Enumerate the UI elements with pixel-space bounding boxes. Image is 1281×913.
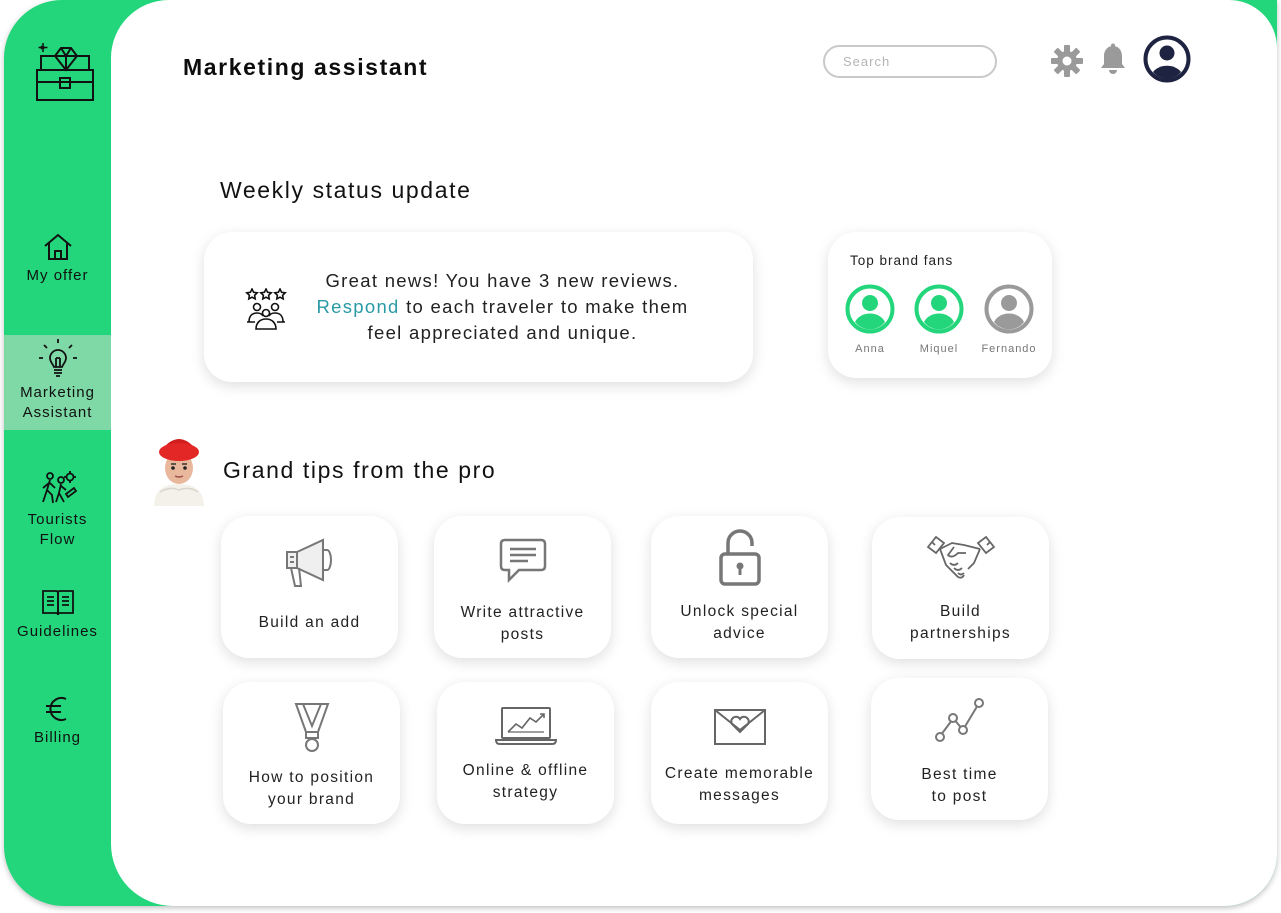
- tip-create-memorable-messages[interactable]: Create memorable messages: [651, 682, 828, 824]
- envelope-heart-icon: [713, 709, 766, 745]
- top-brand-fans-card: Top brand fans Anna Miquel Fernando: [828, 232, 1052, 378]
- tip-label: Build: [940, 603, 981, 620]
- sidebar-item-label: Guidelines: [17, 623, 98, 640]
- tip-best-time-to-post[interactable]: Best time to post: [871, 678, 1048, 820]
- fan-name: Fernando: [981, 343, 1037, 355]
- tip-label: Write attractive: [460, 604, 585, 621]
- fan-avatar-icon: [984, 284, 1034, 334]
- tourists-icon: [41, 471, 77, 504]
- book-icon: [41, 590, 74, 616]
- tip-label-2: your brand: [267, 791, 356, 808]
- tip-label: How to position: [248, 769, 375, 786]
- tip-label-2: strategy: [492, 784, 559, 801]
- euro-icon: [45, 697, 66, 721]
- status-line-2: Respond to each traveler to make them: [300, 294, 705, 320]
- bell-icon[interactable]: [1098, 43, 1128, 77]
- gear-icon[interactable]: [1050, 44, 1084, 78]
- treasure-chest-logo-icon[interactable]: [33, 42, 99, 104]
- sidebar-item-tourists-flow[interactable]: Tourists Flow: [4, 470, 111, 550]
- status-line-2-rest: to each traveler to make them: [399, 296, 689, 317]
- weekly-status-card: Great news! You have 3 new reviews. Resp…: [204, 232, 753, 382]
- tip-label-2: posts: [500, 626, 545, 643]
- sidebar-item-my-offer[interactable]: My offer: [4, 232, 111, 286]
- laptop-chart-icon: [494, 707, 557, 745]
- sidebar-item-marketing-assistant[interactable]: Marketing Assistant: [4, 335, 111, 430]
- top-brand-fans-title: Top brand fans: [850, 253, 954, 268]
- sidebar-item-label: Billing: [33, 729, 82, 746]
- sidebar-item-guidelines[interactable]: Guidelines: [4, 588, 111, 642]
- pro-mascot-avatar: [154, 439, 204, 506]
- fan-anna[interactable]: Anna: [835, 284, 905, 355]
- search-input[interactable]: [823, 45, 997, 78]
- grand-tips-title: Grand tips from the pro: [223, 457, 497, 483]
- fan-name: Anna: [855, 343, 885, 355]
- megaphone-icon: [285, 538, 332, 587]
- lightbulb-icon: [38, 339, 77, 377]
- sidebar-item-label-2: Flow: [39, 531, 76, 548]
- tip-unlock-special-advice[interactable]: Unlock special advice: [651, 516, 828, 658]
- status-line-3: feel appreciated and unique.: [367, 322, 638, 343]
- fan-miquel[interactable]: Miquel: [904, 284, 974, 355]
- respond-link[interactable]: Respond: [316, 296, 399, 317]
- tip-label-2: advice: [713, 625, 766, 642]
- tip-online-offline-strategy[interactable]: Online & offline strategy: [437, 682, 614, 824]
- fan-fernando[interactable]: Fernando: [974, 284, 1044, 355]
- status-line-1: Great news! You have 3 new reviews.: [325, 270, 680, 291]
- fan-avatar-icon: [914, 284, 964, 334]
- home-icon: [43, 233, 72, 260]
- page-title: Marketing assistant: [183, 54, 429, 80]
- medal-icon: [294, 703, 329, 752]
- tip-build-partnerships[interactable]: Build partnerships: [872, 517, 1049, 659]
- tip-label: Online & offline: [462, 762, 589, 779]
- tip-write-attractive-posts[interactable]: Write attractive posts: [434, 516, 611, 658]
- tip-label: Best time: [921, 766, 998, 783]
- fan-name: Miquel: [919, 343, 959, 355]
- reviews-people-icon: [245, 288, 287, 330]
- sidebar-item-label: Marketing: [20, 384, 95, 401]
- weekly-status-title: Weekly status update: [220, 177, 472, 203]
- tip-label-2: messages: [698, 787, 781, 804]
- weekly-status-message: Great news! You have 3 new reviews. Resp…: [300, 268, 705, 346]
- tip-label-2: partnerships: [910, 625, 1011, 642]
- tip-build-an-add[interactable]: Build an add: [221, 516, 398, 658]
- tip-label: Create memorable: [664, 765, 815, 782]
- tip-how-to-position-your-brand[interactable]: How to position your brand: [223, 682, 400, 824]
- tip-label: Build an add: [258, 614, 361, 631]
- tip-label-2: to post: [931, 788, 988, 805]
- unlock-icon: [718, 529, 761, 586]
- fan-avatar-icon: [845, 284, 895, 334]
- sidebar-item-label: Tourists: [27, 511, 88, 528]
- tip-label: Unlock special: [680, 603, 799, 620]
- sidebar-item-label: My offer: [26, 267, 89, 284]
- chat-bubble-icon: [499, 538, 546, 584]
- handshake-icon: [926, 535, 995, 579]
- sidebar-item-billing[interactable]: Billing: [4, 694, 111, 748]
- line-chart-icon: [934, 698, 984, 742]
- user-account-icon[interactable]: [1143, 35, 1191, 83]
- sidebar-item-label-2: Assistant: [22, 404, 93, 421]
